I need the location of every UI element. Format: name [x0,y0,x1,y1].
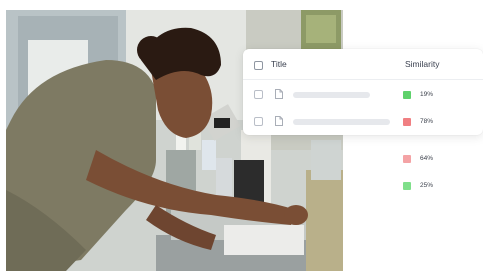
results-table: Title Similarity 19% 78% [243,49,483,135]
title-placeholder [293,119,390,125]
select-all-checkbox[interactable] [254,61,263,70]
similarity-value: 25% [420,182,434,189]
similarity-value: 19% [420,91,434,98]
table-row: 25% [243,176,483,196]
table-row[interactable]: 19% [243,80,483,108]
similarity-value: 64% [420,155,434,162]
similarity-column-header[interactable]: Similarity [405,59,439,69]
document-icon [275,116,283,126]
similarity-indicator [403,155,411,163]
similarity-value: 78% [420,118,434,125]
row-checkbox[interactable] [254,117,263,126]
table-header: Title Similarity [243,49,483,80]
similarity-indicator [403,118,411,126]
document-icon [275,89,283,99]
row-checkbox[interactable] [254,90,263,99]
title-placeholder [293,92,370,98]
table-row: 64% [243,149,483,169]
table-row[interactable]: 78% [243,107,483,135]
similarity-indicator [403,182,411,190]
title-column-header[interactable]: Title [271,59,287,69]
similarity-indicator [403,91,411,99]
